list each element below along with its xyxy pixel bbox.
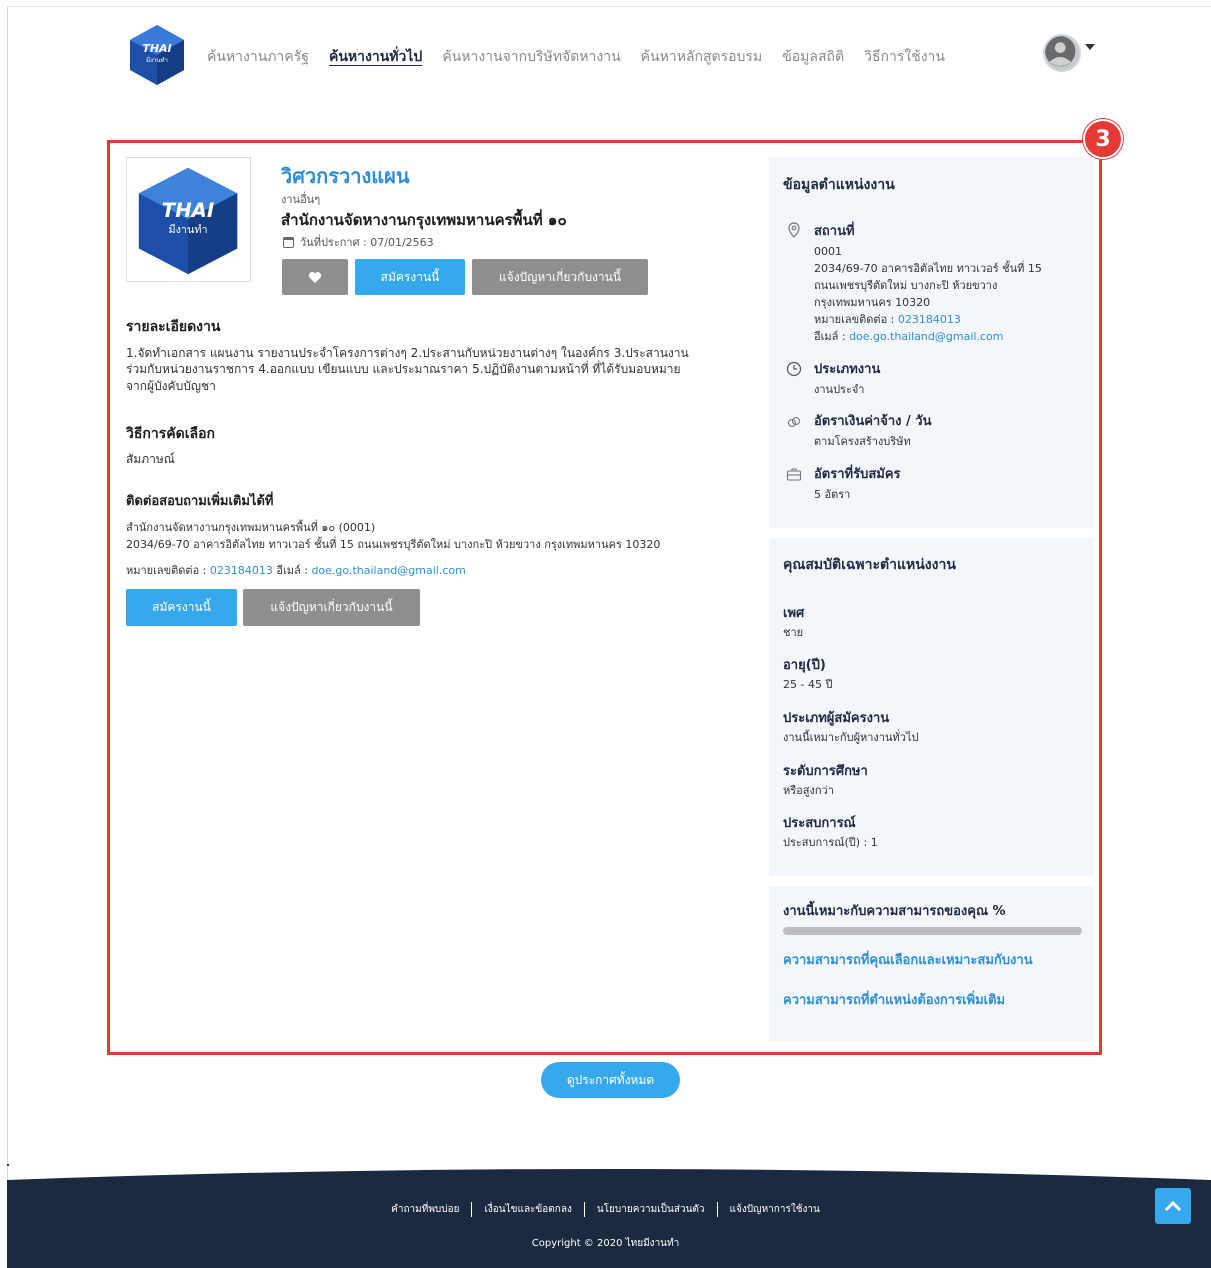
svg-text:มีงานทำ: มีงานทำ <box>146 56 168 64</box>
education-value: หรือสูงกว่า <box>783 784 834 797</box>
job-detail-line1: 1.จัดทำเอกสาร แผนงาน รายงานประจำโครงการต… <box>126 346 689 360</box>
footer-link-privacy[interactable]: นโยบายความเป็นส่วนตัว <box>585 1202 718 1217</box>
sex-value: ชาย <box>783 626 804 639</box>
nav-government-jobs[interactable]: ค้นหางานภาครัฐ <box>207 46 309 68</box>
footer-links: คำถามที่พบบ่อย เงื่อนไขและข้อตกลง นโยบาย… <box>0 1202 1211 1217</box>
contact-phone-link[interactable]: 023184013 <box>210 564 273 577</box>
qualification-heading: คุณสมบัติเฉพาะตำแหน่งงาน <box>783 557 956 573</box>
nav-how-to-use[interactable]: วิธีการใช้งาน <box>864 46 945 68</box>
briefcase-icon <box>786 468 802 481</box>
annotation-badge: 3 <box>1083 119 1123 159</box>
nav-agency-jobs[interactable]: ค้นหางานจากบริษัทจัดหางาน <box>442 46 620 68</box>
chevron-down-icon[interactable] <box>1085 44 1095 50</box>
job-type-heading: ประเภทงาน <box>814 362 881 377</box>
posting-date-text: วันที่ประกาศ : 07/01/2563 <box>300 236 434 249</box>
selection-value: สัมภาษณ์ <box>126 452 175 466</box>
wage-value: ตามโครงสร้างบริษัท <box>814 435 911 448</box>
contact-line2: 2034/69-70 อาคารอิตัลไทย ทาวเวอร์ ชั้นที… <box>126 538 661 551</box>
nav-general-jobs[interactable]: ค้นหางานทั่วไป <box>329 46 422 68</box>
view-all-jobs-button[interactable]: ดูประกาศทั้งหมด <box>541 1062 680 1098</box>
age-value: 25 - 45 ปี <box>783 678 833 691</box>
nav-training-courses[interactable]: ค้นหาหลักสูตรอบรม <box>641 46 763 68</box>
openings-value: 5 อัตรา <box>814 488 851 501</box>
age-heading: อายุ(ปี) <box>783 658 826 673</box>
location-phone: หมายเลขติดต่อ : 023184013 <box>814 311 961 328</box>
money-icon <box>787 416 801 428</box>
required-skills-link[interactable]: ความสามารถที่ตำแหน่งต้องการเพิ่มเติม <box>783 989 1005 1010</box>
contact-email-link[interactable]: doe.go.thailand@gmail.com <box>311 564 465 577</box>
job-detail-line2: ร่วมกับหน่วยงานราชการ 4.ออกแบบ เขียนแบบ … <box>126 362 681 376</box>
sex-heading: เพศ <box>783 606 805 621</box>
skill-match-heading: งานนี้เหมาะกับความสามารถของคุณ % <box>783 904 1006 919</box>
nav-statistics[interactable]: ข้อมูลสถิติ <box>782 46 844 68</box>
skill-match-progress <box>783 927 1082 935</box>
main-nav: ค้นหางานภาครัฐ ค้นหางานทั่วไป ค้นหางานจา… <box>207 46 965 68</box>
heart-icon <box>308 271 322 283</box>
location-address-2: ถนนเพชรบุรีตัดใหม่ บางกะปิ ห้วยขวาง <box>814 279 998 292</box>
location-phone-link[interactable]: 023184013 <box>898 313 961 326</box>
clock-icon <box>786 361 802 377</box>
contact-email-label: อีเมล์ : <box>276 564 308 577</box>
location-heading: สถานที่ <box>814 224 855 239</box>
apply-button-top[interactable]: สมัครงานนี้ <box>355 259 465 295</box>
location-email-link[interactable]: doe.go.thailand@gmail.com <box>849 330 1003 343</box>
selection-heading: วิธีการคัดเลือก <box>126 426 215 442</box>
position-info-heading: ข้อมูลตำแหน่งงาน <box>783 177 895 193</box>
apply-button-bottom[interactable]: สมัครงานนี้ <box>126 589 237 626</box>
svg-text:มีงานทำ: มีงานทำ <box>168 223 207 236</box>
education-heading: ระดับการศึกษา <box>783 764 868 779</box>
job-title: วิศวกรวางแผน <box>281 164 410 188</box>
svg-text:THAI: THAI <box>162 199 214 222</box>
footer-link-faq[interactable]: คำถามที่พบบ่อย <box>379 1202 473 1217</box>
applicant-type-value: งานนี้เหมาะกับผู้หางานทั่วไป <box>783 731 919 744</box>
location-email: อีเมล์ : doe.go.thailand@gmail.com <box>814 328 1003 345</box>
applicant-type-heading: ประเภทผู้สมัครงาน <box>783 711 890 726</box>
report-button-top[interactable]: แจ้งปัญหาเกี่ยวกับงานนี้ <box>472 259 648 295</box>
user-icon <box>1045 36 1076 67</box>
wage-heading: อัตราเงินค่าจ้าง / วัน <box>814 414 932 429</box>
user-avatar[interactable] <box>1043 34 1081 72</box>
scroll-to-top-button[interactable] <box>1155 1188 1191 1224</box>
openings-heading: อัตราที่รับสมัคร <box>814 467 901 482</box>
location-code: 0001 <box>814 245 842 258</box>
experience-heading: ประสบการณ์ <box>783 816 856 831</box>
location-email-label: อีเมล์ : <box>814 330 846 343</box>
svg-text:THAI: THAI <box>142 42 171 55</box>
experience-value: ประสบการณ์(ปี) : 1 <box>783 836 878 849</box>
contact-heading: ติดต่อสอบถามเพิ่มเติมได้ที่ <box>126 494 274 509</box>
location-phone-label: หมายเลขติดต่อ : <box>814 313 895 326</box>
job-category: งานอื่นๆ <box>281 193 321 206</box>
job-type-value: งานประจำ <box>814 383 865 396</box>
location-pin-icon <box>788 222 800 238</box>
chevron-up-icon <box>1164 1200 1182 1212</box>
location-address-1: 2034/69-70 อาคารอิตัลไทย ทาวเวอร์ ชั้นที… <box>814 262 1042 275</box>
job-detail-line3: จากผู้บังคับบัญชา <box>126 379 216 393</box>
report-button-bottom[interactable]: แจ้งปัญหาเกี่ยวกับงานนี้ <box>243 589 420 626</box>
contact-line3: หมายเลขติดต่อ : 023184013 อีเมล์ : doe.g… <box>126 563 466 579</box>
favorite-button[interactable] <box>282 259 348 295</box>
posting-date: วันที่ประกาศ : 07/01/2563 <box>283 233 434 251</box>
matched-skills-link[interactable]: ความสามารถที่คุณเลือกและเหมาะสมกับงาน <box>783 949 1033 970</box>
company-logo: THAI มีงานทำ <box>126 157 251 282</box>
footer-link-report[interactable]: แจ้งปัญหาการใช้งาน <box>718 1202 832 1217</box>
contact-phone-label: หมายเลขติดต่อ : <box>126 564 207 577</box>
thai-mee-ngan-tam-logo[interactable]: THAI มีงานทำ <box>126 22 188 88</box>
footer-link-terms[interactable]: เงื่อนไขและข้อตกลง <box>472 1202 585 1217</box>
job-organization: สำนักงานจัดหางานกรุงเทพมหานครพื้นที่ ๑๐ <box>281 211 567 229</box>
location-address-3: กรุงเทพมหานคร 10320 <box>814 296 931 309</box>
copyright: Copyright © 2020 ไทยมีงานทำ <box>531 1238 680 1249</box>
calendar-icon <box>283 236 294 248</box>
contact-line1: สำนักงานจัดหางานกรุงเทพมหานครพื้นที่ ๑๐ … <box>126 521 376 534</box>
job-detail-heading: รายละเอียดงาน <box>126 319 221 335</box>
